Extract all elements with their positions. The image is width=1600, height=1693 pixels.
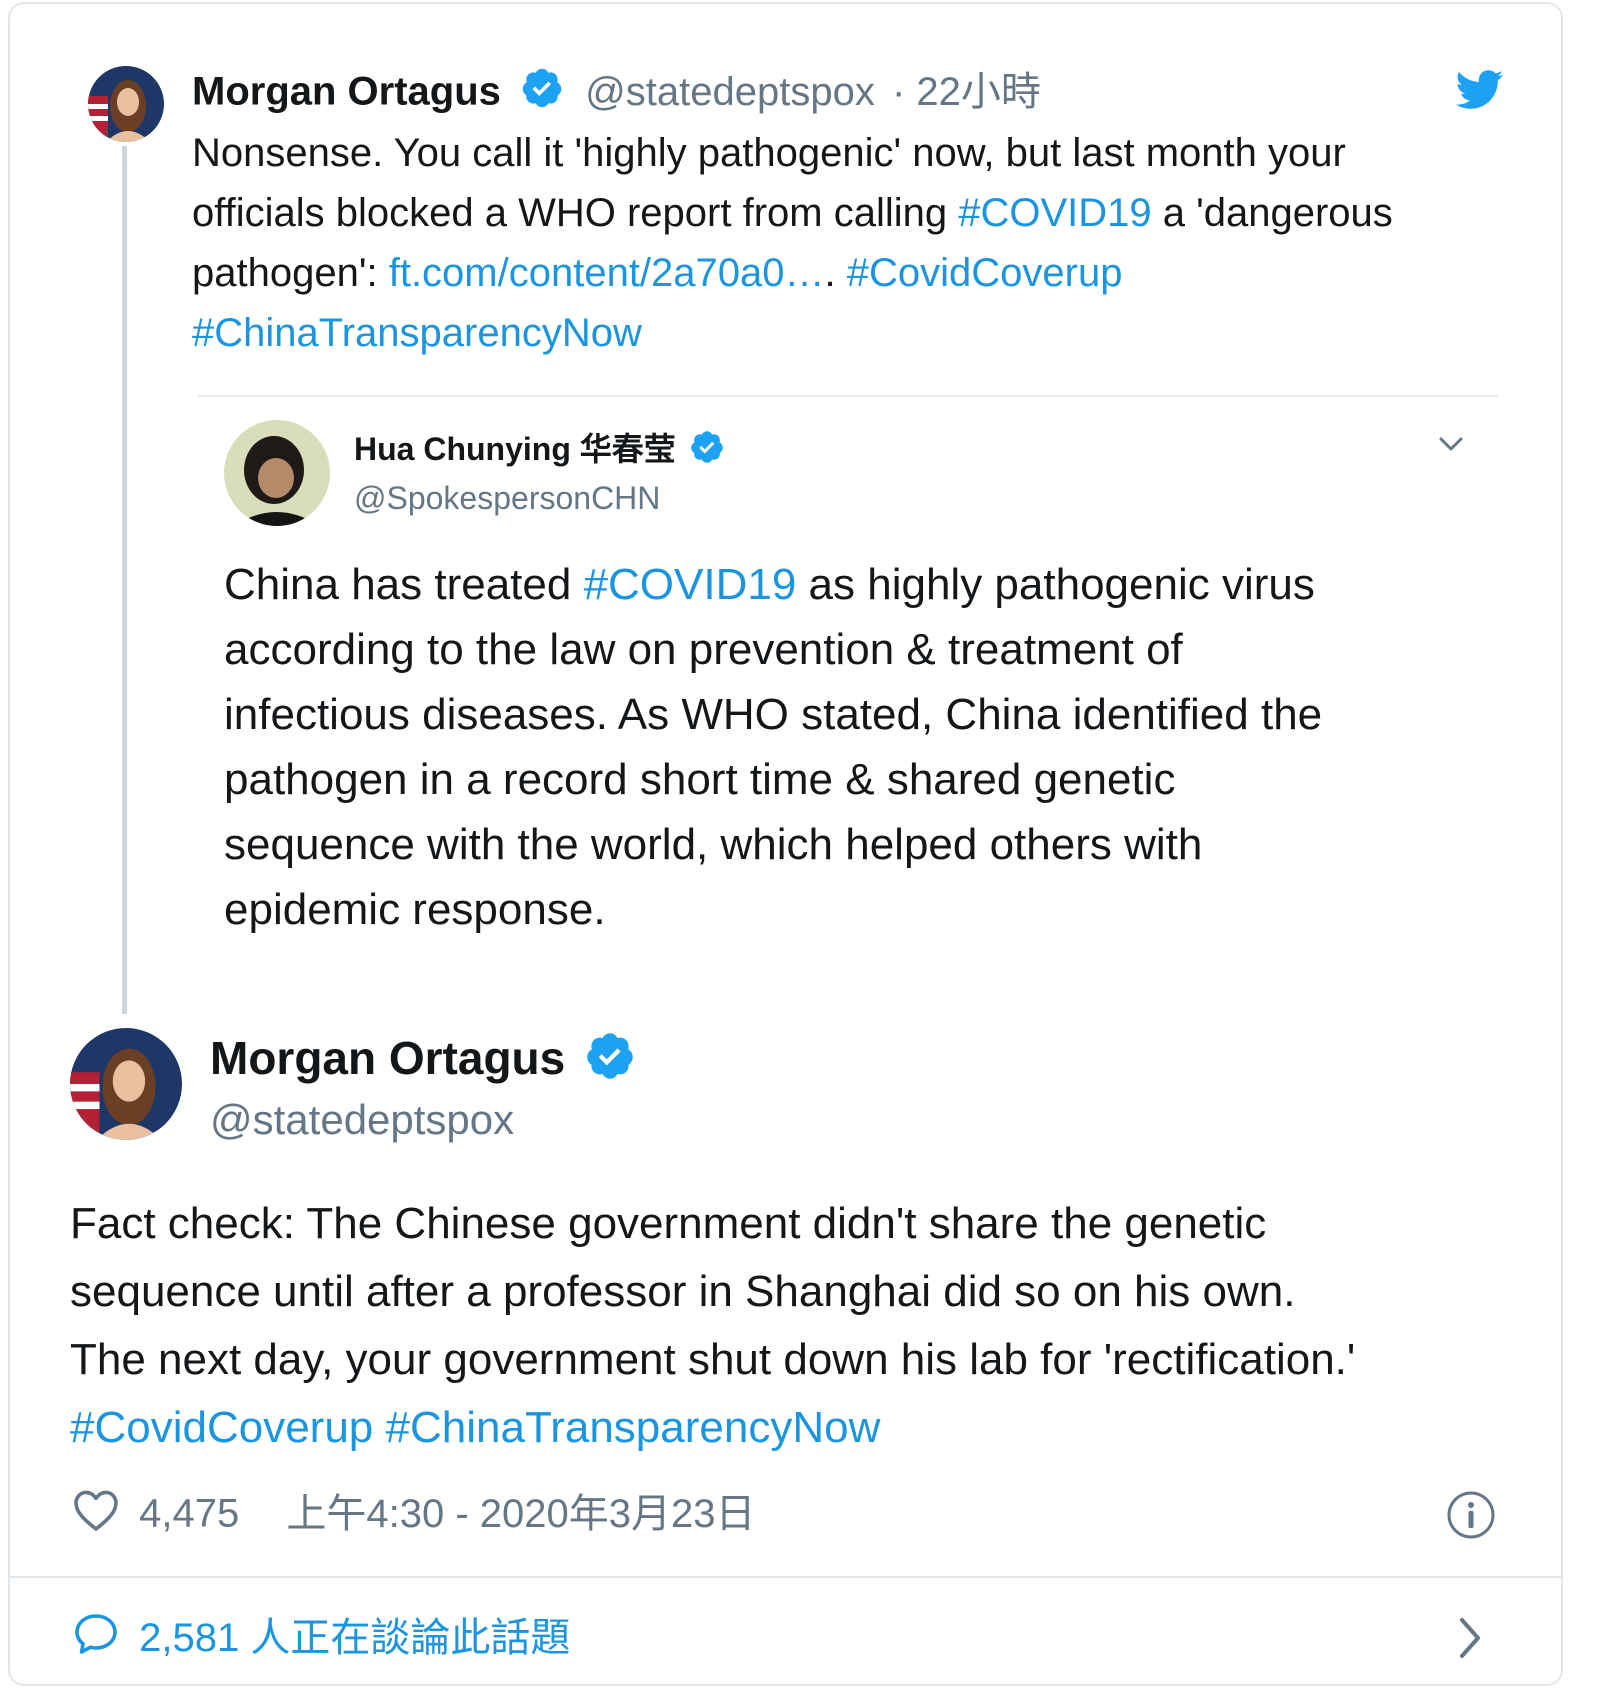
- main-tweet-text: Fact check: The Chinese government didn'…: [70, 1190, 1355, 1462]
- verified-badge-icon: [520, 66, 564, 122]
- quoted-text-line: according to the law on prevention & tre…: [224, 625, 1183, 674]
- footer-divider: [10, 1576, 1561, 1578]
- like-count[interactable]: 4,475: [139, 1492, 239, 1536]
- tweet-time[interactable]: · 22小時: [892, 70, 1041, 114]
- tweet-text-line: #ChinaTransparencyNow: [192, 303, 1393, 363]
- twitter-bird-icon[interactable]: [1455, 70, 1504, 110]
- tweet-text-line: officials blocked a WHO report from call…: [192, 191, 1393, 235]
- author-handle[interactable]: @statedeptspox: [210, 1094, 636, 1146]
- hashtag-chinatransparencynow[interactable]: #ChinaTransparencyNow: [192, 311, 642, 355]
- tweet-meta-row: 4,475 上午4:30 - 2020年3月23日: [72, 1488, 755, 1538]
- quoted-text-line: infectious diseases. As WHO stated, Chin…: [224, 690, 1323, 739]
- avatar-morgan-ortagus[interactable]: [70, 1028, 182, 1140]
- avatar-morgan-ortagus-small[interactable]: [88, 66, 164, 142]
- avatar-hua-chunying[interactable]: [224, 420, 330, 526]
- hashtag-covid19[interactable]: #COVID19: [584, 560, 797, 609]
- main-text-line: The next day, your government shut down …: [70, 1335, 1356, 1384]
- quoted-tweet-text: China has treated #COVID19 as highly pat…: [224, 552, 1322, 942]
- chevron-right-icon[interactable]: [1452, 1614, 1488, 1662]
- tweet-text-line: pathogen': ft.com/content/2a70a0…. #Covi…: [192, 251, 1123, 295]
- main-text-line: Fact check: The Chinese government didn'…: [70, 1199, 1267, 1248]
- thread-connector-line: [122, 146, 127, 1014]
- tweet-text-line: Nonsense. You call it 'highly pathogenic…: [192, 131, 1346, 175]
- comment-icon: [72, 1610, 120, 1671]
- reply-tweet-header: Morgan Ortagus @statedeptspox · 22小時: [192, 66, 1041, 116]
- info-icon[interactable]: [1446, 1490, 1496, 1540]
- author-handle[interactable]: @statedeptspox: [585, 70, 875, 114]
- reply-tweet-text: Nonsense. You call it 'highly pathogenic…: [192, 123, 1393, 363]
- avatar-portrait-icon: [88, 66, 164, 142]
- main-tweet-header: Morgan Ortagus @statedeptspox: [210, 1030, 636, 1146]
- discussion-count-label: 2,581 人正在談論此話題: [139, 1616, 571, 1661]
- quoted-author-name[interactable]: Hua Chunying 华春莹: [354, 431, 676, 467]
- verified-badge-icon: [584, 1030, 636, 1094]
- hashtag-covidcoverup[interactable]: #CovidCoverup: [70, 1403, 373, 1452]
- chevron-down-icon[interactable]: [1436, 432, 1466, 456]
- quote-divider: [198, 395, 1498, 397]
- quoted-text-line: pathogen in a record short time & shared…: [224, 755, 1176, 804]
- quoted-author-handle[interactable]: @SpokespersonCHN: [354, 477, 725, 519]
- main-text-line: #CovidCoverup #ChinaTransparencyNow: [70, 1394, 1355, 1462]
- discussion-link[interactable]: 2,581 人正在談論此話題: [72, 1610, 570, 1671]
- hashtag-covid19[interactable]: #COVID19: [958, 191, 1151, 235]
- hashtag-covidcoverup[interactable]: #CovidCoverup: [847, 251, 1123, 295]
- quoted-text-line: epidemic response.: [224, 885, 606, 934]
- quoted-text-line: sequence with the world, which helped ot…: [224, 820, 1203, 869]
- avatar-portrait-icon: [70, 1028, 182, 1140]
- author-name[interactable]: Morgan Ortagus: [210, 1032, 565, 1084]
- main-text-line: sequence until after a professor in Shan…: [70, 1267, 1296, 1316]
- avatar-portrait-icon: [224, 420, 330, 526]
- verified-badge-icon: [689, 429, 725, 475]
- ft-article-link[interactable]: ft.com/content/2a70a0…: [389, 251, 825, 295]
- hashtag-chinatransparencynow[interactable]: #ChinaTransparencyNow: [386, 1403, 881, 1452]
- author-name[interactable]: Morgan Ortagus: [192, 70, 501, 114]
- heart-icon[interactable]: [72, 1488, 120, 1544]
- quoted-text-line: China has treated #COVID19 as highly pat…: [224, 560, 1315, 609]
- tweet-timestamp[interactable]: 上午4:30 - 2020年3月23日: [286, 1492, 755, 1536]
- quoted-tweet-header: Hua Chunying 华春莹 @SpokespersonCHN: [354, 428, 725, 519]
